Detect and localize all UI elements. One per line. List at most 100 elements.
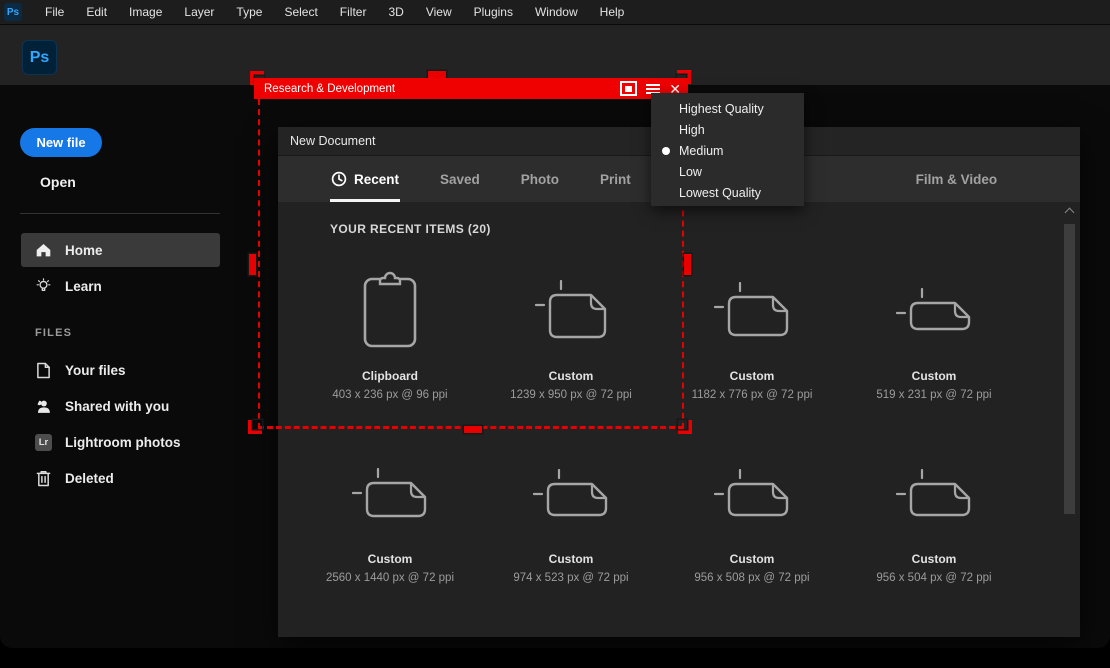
sidebar-divider	[20, 213, 220, 214]
custom-doc-icon	[533, 445, 609, 541]
quality-option-medium[interactable]: Medium	[651, 140, 804, 161]
recent-item-details: 519 x 231 px @ 72 ppi	[876, 389, 991, 401]
tab-saved[interactable]: Saved	[439, 156, 481, 202]
recent-item-card[interactable]: Custom 956 x 508 px @ 72 ppi	[662, 445, 842, 584]
recent-item-card[interactable]: Custom 956 x 504 px @ 72 ppi	[844, 445, 1024, 584]
recent-item-details: 1182 x 776 px @ 72 ppi	[692, 389, 813, 401]
sidebar-item-your-files[interactable]: Your files	[21, 353, 220, 387]
custom-doc-icon	[896, 445, 972, 541]
new-file-button[interactable]: New file	[20, 128, 102, 157]
capture-handle-bottom-left[interactable]	[248, 420, 262, 434]
scroll-up-arrow-icon[interactable]	[1065, 207, 1073, 215]
menu-item-window[interactable]: Window	[524, 1, 589, 23]
files-section-label: FILES	[35, 327, 72, 339]
quality-option-label: High	[679, 123, 705, 137]
recent-item-name: Custom	[368, 552, 413, 566]
recent-item-card[interactable]: Custom 1239 x 950 px @ 72 ppi	[481, 262, 661, 401]
capture-handle-bottom-right[interactable]	[678, 420, 692, 434]
custom-doc-icon	[535, 262, 608, 358]
recent-item-details: 956 x 508 px @ 72 ppi	[694, 572, 809, 584]
sidebar-item-label: Lightroom photos	[65, 435, 180, 450]
recent-item-card[interactable]: Clipboard403 x 236 px @ 96 ppi	[300, 262, 480, 401]
people-icon	[35, 399, 52, 414]
tab-photo[interactable]: Photo	[520, 156, 560, 202]
capture-handle-top-middle[interactable]	[428, 71, 446, 78]
recent-item-card[interactable]: Custom974 x 523 px @ 72 ppi	[481, 445, 661, 584]
capture-handle-left-middle[interactable]	[249, 254, 256, 275]
tab-film-video[interactable]: Film & Video	[915, 156, 999, 202]
photoshop-window: Ps FileEditImageLayerTypeSelectFilter3DV…	[0, 0, 1110, 648]
quality-option-low[interactable]: Low	[651, 161, 804, 182]
menu-item-select[interactable]: Select	[273, 1, 328, 23]
tab-label: Photo	[521, 172, 559, 187]
quality-option-label: Lowest Quality	[679, 186, 761, 200]
sidebar-item-deleted[interactable]: Deleted	[21, 461, 220, 495]
menu-item-file[interactable]: File	[34, 1, 75, 23]
lightroom-icon: Lr	[35, 434, 52, 451]
capture-handle-right-middle[interactable]	[684, 254, 691, 275]
clock-icon	[331, 171, 347, 187]
custom-doc-icon	[714, 445, 790, 541]
clipboard-icon	[362, 262, 418, 358]
quality-option-lowest-quality[interactable]: Lowest Quality	[651, 182, 804, 203]
open-button[interactable]: Open	[40, 174, 76, 190]
sidebar-item-lightroom-photos[interactable]: Lr Lightroom photos	[21, 425, 220, 459]
quality-dropdown-menu: Highest Quality High Medium Low Lowest Quali…	[651, 93, 804, 206]
sidebar-item-label: Deleted	[65, 471, 114, 486]
menu-item-image[interactable]: Image	[118, 1, 173, 23]
recent-item-card[interactable]: Custom 519 x 231 px @ 72 ppi	[844, 262, 1024, 401]
recent-item-details: 2560 x 1440 px @ 72 ppi	[326, 572, 454, 584]
menu-item-layer[interactable]: Layer	[173, 1, 225, 23]
capture-handle-bottom-middle[interactable]	[464, 426, 482, 433]
selected-bullet-icon	[662, 147, 670, 155]
tab-label: Saved	[440, 172, 480, 187]
recent-item-name: Custom	[730, 369, 775, 383]
recent-item-name: Custom	[730, 552, 775, 566]
menu-item-type[interactable]: Type	[225, 1, 273, 23]
menu-item-plugins[interactable]: Plugins	[463, 1, 524, 23]
recent-item-details: 1239 x 950 px @ 72 ppi	[510, 389, 632, 401]
scrollbar-thumb[interactable]	[1064, 224, 1075, 514]
recent-item-name: Custom	[912, 552, 957, 566]
home-icon	[35, 242, 52, 258]
recent-item-name: Custom	[549, 369, 594, 383]
recent-item-card[interactable]: Custom 2560 x 1440 px @ 72 ppi	[300, 445, 480, 584]
menu-item-help[interactable]: Help	[589, 1, 636, 23]
tab-label: Film & Video	[916, 172, 998, 187]
menu-item-view[interactable]: View	[415, 1, 463, 23]
quality-option-label: Low	[679, 165, 702, 179]
sidebar-item-label: Your files	[65, 363, 126, 378]
dialog-scrollbar[interactable]	[1062, 205, 1077, 633]
hamburger-menu-icon[interactable]	[646, 84, 660, 94]
custom-doc-icon	[714, 262, 790, 358]
tab-print[interactable]: Print	[599, 156, 632, 202]
tab-recent[interactable]: Recent	[330, 156, 400, 202]
quality-option-label: Medium	[679, 144, 723, 158]
quality-option-label: Highest Quality	[679, 102, 764, 116]
custom-doc-icon	[896, 262, 972, 358]
sidebar-item-shared-with-you[interactable]: Shared with you	[21, 389, 220, 423]
photoshop-app-icon: Ps	[22, 40, 57, 75]
quality-option-high[interactable]: High	[651, 119, 804, 140]
sidebar-item-label: Home	[65, 243, 103, 258]
recent-item-details: 974 x 523 px @ 72 ppi	[513, 572, 628, 584]
sidebar-item-learn[interactable]: Learn	[21, 269, 220, 303]
tab-label: Print	[600, 172, 631, 187]
sidebar-item-home[interactable]: Home	[21, 233, 220, 267]
recent-items-section-title: YOUR RECENT ITEMS (20)	[330, 222, 491, 236]
recent-item-details: 403 x 236 px @ 96 ppi	[332, 389, 447, 401]
quality-option-highest-quality[interactable]: Highest Quality	[651, 98, 804, 119]
tab-label: Recent	[354, 172, 399, 187]
capture-title-bar[interactable]: Research & Development ✕	[254, 78, 688, 99]
menu-item-edit[interactable]: Edit	[75, 1, 118, 23]
recent-item-details: 956 x 504 px @ 72 ppi	[876, 572, 991, 584]
recent-item-card[interactable]: Custom 1182 x 776 px @ 72 ppi	[662, 262, 842, 401]
document-icon	[35, 362, 52, 379]
menu-item-filter[interactable]: Filter	[329, 1, 378, 23]
menu-items: FileEditImageLayerTypeSelectFilter3DView…	[34, 1, 635, 23]
trash-icon	[35, 470, 52, 487]
display-select-icon[interactable]	[620, 81, 637, 96]
recent-item-name: Custom	[912, 369, 957, 383]
learn-icon	[35, 278, 52, 295]
menu-item-3d[interactable]: 3D	[377, 1, 414, 23]
